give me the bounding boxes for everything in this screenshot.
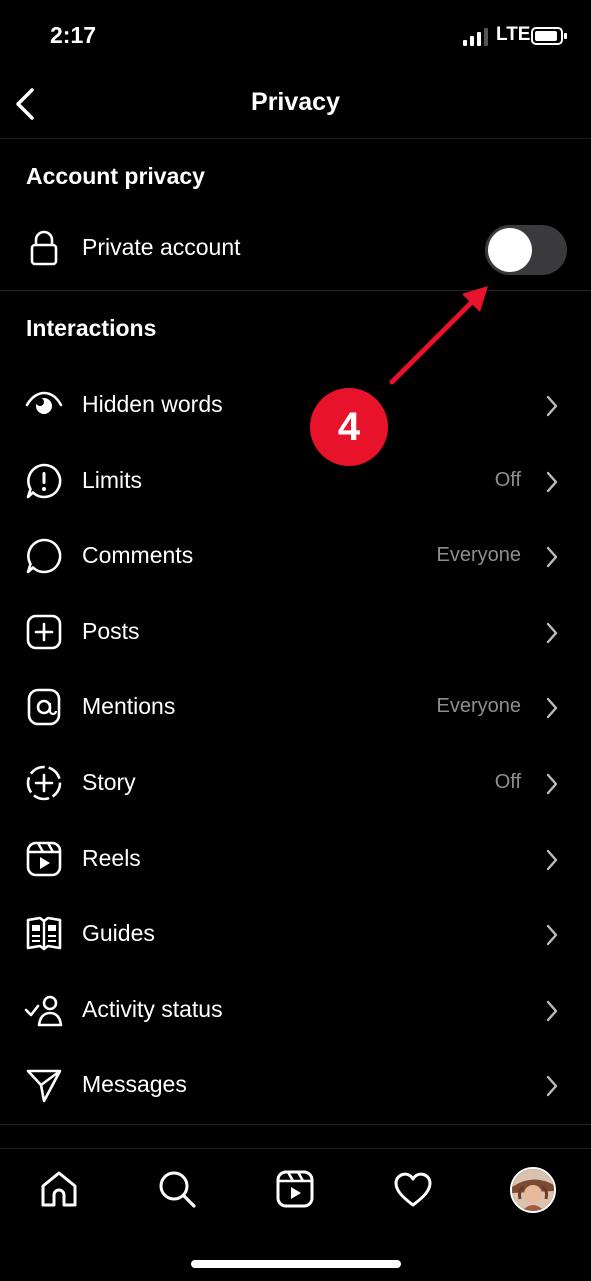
chevron-right-icon — [546, 546, 558, 568]
account-privacy-heading: Account privacy — [26, 163, 205, 189]
chevron-right-icon — [546, 849, 558, 871]
mentions-row[interactable]: Mentions Everyone — [0, 671, 591, 743]
send-icon — [26, 1069, 62, 1103]
chevron-right-icon — [546, 622, 558, 644]
activity-status-label: Activity status — [82, 996, 223, 1022]
signal-icon — [463, 28, 488, 46]
reels-label: Reels — [82, 845, 141, 871]
limits-row[interactable]: Limits Off — [0, 445, 591, 517]
comments-label: Comments — [82, 542, 194, 568]
chevron-right-icon — [546, 924, 558, 946]
messages-row[interactable]: Messages — [0, 1049, 591, 1121]
search-icon[interactable] — [155, 1167, 199, 1211]
nav-bar: Privacy — [0, 70, 591, 139]
limits-value: Off — [494, 469, 521, 491]
chevron-right-icon — [546, 1075, 558, 1097]
story-label: Story — [82, 769, 136, 795]
messages-label: Messages — [82, 1071, 187, 1097]
heart-icon[interactable] — [391, 1167, 435, 1211]
home-icon[interactable] — [37, 1167, 81, 1211]
mentions-value: Everyone — [436, 695, 522, 717]
activity-status-icon — [24, 995, 63, 1027]
avatar-image — [512, 1169, 554, 1211]
guides-row[interactable]: Guides — [0, 898, 591, 970]
comments-row[interactable]: Comments Everyone — [0, 520, 591, 592]
at-sign-icon — [27, 688, 61, 726]
chevron-right-icon — [546, 1000, 558, 1022]
story-row[interactable]: Story Off — [0, 747, 591, 819]
home-indicator[interactable] — [191, 1260, 401, 1268]
chevron-right-icon — [546, 697, 558, 719]
status-bar: 2:17 LTE — [0, 0, 591, 70]
comments-value: Everyone — [436, 544, 522, 566]
guides-icon — [26, 916, 62, 951]
page-title: Privacy — [251, 88, 340, 116]
posts-row[interactable]: Posts — [0, 596, 591, 668]
hidden-words-row[interactable]: Hidden words — [0, 369, 591, 441]
reels-row[interactable]: Reels — [0, 823, 591, 895]
reels-icon — [26, 841, 62, 877]
battery-icon — [531, 27, 567, 45]
profile-avatar[interactable] — [510, 1167, 556, 1213]
comment-icon — [26, 538, 62, 574]
toggle-knob — [488, 228, 532, 272]
plus-square-icon — [26, 614, 62, 650]
annotation-step-badge: 4 — [310, 388, 388, 466]
hidden-words-icon — [25, 391, 63, 414]
chevron-right-icon — [546, 471, 558, 493]
limits-label: Limits — [82, 467, 143, 493]
reels-tab-icon[interactable] — [273, 1167, 317, 1211]
limits-icon — [26, 463, 62, 499]
posts-label: Posts — [82, 618, 140, 644]
private-account-label: Private account — [82, 234, 241, 260]
chevron-right-icon — [546, 395, 558, 417]
interactions-heading: Interactions — [26, 315, 157, 341]
mentions-label: Mentions — [82, 693, 176, 719]
hidden-words-label: Hidden words — [82, 391, 223, 417]
private-account-toggle[interactable] — [485, 225, 567, 275]
guides-label: Guides — [82, 920, 155, 946]
chevron-right-icon — [546, 773, 558, 795]
story-value: Off — [494, 771, 521, 793]
lock-icon — [30, 230, 58, 266]
network-label: LTE — [496, 24, 531, 45]
status-time: 2:17 — [50, 22, 97, 48]
activity-status-row[interactable]: Activity status — [0, 974, 591, 1046]
divider — [0, 1124, 591, 1125]
divider — [0, 290, 591, 291]
story-add-icon — [26, 765, 62, 801]
